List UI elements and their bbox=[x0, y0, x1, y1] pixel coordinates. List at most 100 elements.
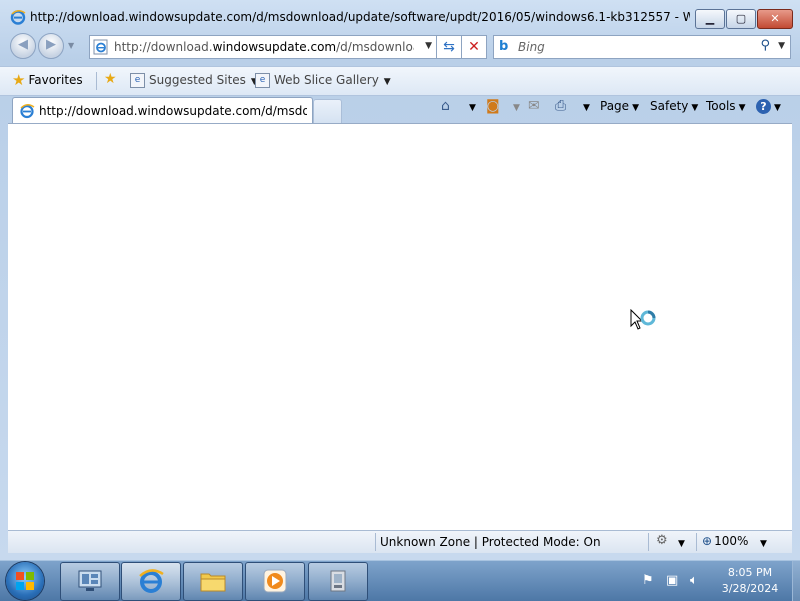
fav-item-label: Web Slice Gallery bbox=[274, 73, 379, 87]
installer-icon bbox=[330, 570, 346, 592]
home-icon[interactable]: ⌂ bbox=[441, 98, 450, 114]
address-url[interactable]: http://download.windowsupdate.com/d/msdo… bbox=[114, 40, 414, 54]
divider bbox=[96, 72, 97, 90]
maximize-button[interactable]: ▢ bbox=[726, 9, 756, 29]
fav-item-web-slice-gallery[interactable]: e Web Slice Gallery ▼ bbox=[255, 73, 391, 91]
window-title: http://download.windowsupdate.com/d/msdo… bbox=[30, 10, 690, 24]
clock-date: 3/28/2024 bbox=[721, 582, 779, 595]
media-player-icon bbox=[263, 569, 287, 593]
safety-menu[interactable]: Safety ▼ bbox=[650, 99, 698, 119]
search-options-dropdown-icon[interactable]: ▼ bbox=[778, 41, 785, 51]
address-bar[interactable]: http://download.windowsupdate.com/d/msdo… bbox=[89, 35, 437, 59]
print-icon[interactable]: ⎙ bbox=[555, 98, 566, 114]
taskbar-internet-explorer[interactable] bbox=[121, 562, 181, 601]
home-dropdown[interactable]: ▼ bbox=[466, 99, 476, 119]
show-desktop-button[interactable] bbox=[792, 561, 800, 601]
status-bar: Unknown Zone | Protected Mode: On ⚙ ▼ ⊕ 1… bbox=[8, 530, 792, 553]
tab-current[interactable]: http://download.windowsupdate.com/d/msdo… bbox=[12, 97, 313, 124]
chevron-down-icon: ▼ bbox=[691, 103, 699, 113]
taskbar-windows-explorer[interactable] bbox=[183, 562, 243, 601]
forward-arrow-icon: ▶ bbox=[46, 37, 56, 52]
fav-item-suggested-sites[interactable]: eSuggested Sites▼ bbox=[130, 73, 258, 91]
add-to-favorites-bar-icon[interactable]: ★ bbox=[104, 71, 117, 87]
bing-logo-icon: b bbox=[499, 39, 509, 54]
read-mail-icon[interactable]: ✉ bbox=[528, 98, 540, 114]
protected-mode-dropdown[interactable]: ▼ bbox=[678, 535, 685, 555]
chevron-down-icon: ▼ bbox=[583, 103, 590, 113]
ie-logo-icon bbox=[139, 569, 164, 593]
divider bbox=[696, 533, 697, 551]
maximize-icon: ▢ bbox=[735, 12, 747, 25]
start-button[interactable] bbox=[6, 562, 44, 600]
server-manager-icon bbox=[78, 570, 102, 591]
help-menu[interactable]: ? ▼ bbox=[756, 99, 781, 119]
network-icon[interactable]: ▣ bbox=[666, 573, 678, 588]
fav-item-label: Suggested Sites bbox=[149, 73, 246, 87]
protected-mode-icon[interactable]: ⚙ bbox=[656, 533, 668, 548]
feeds-dropdown[interactable]: ▼ bbox=[510, 99, 520, 119]
minimize-icon: ▁ bbox=[705, 12, 715, 25]
url-suffix: /d/msdownload/u bbox=[336, 40, 414, 54]
chevron-down-icon: ▼ bbox=[469, 103, 476, 113]
favorites-bar: ★Favorites ★ eSuggested Sites▼ eWeb Slic… bbox=[0, 66, 800, 96]
url-prefix: http://download. bbox=[114, 40, 213, 54]
chevron-down-icon: ▼ bbox=[760, 539, 767, 549]
chevron-down-icon: ▼ bbox=[513, 103, 520, 113]
tab-label: http://download.windowsupdate.com/d/msdo… bbox=[39, 104, 307, 118]
security-zone-status[interactable]: Unknown Zone | Protected Mode: On bbox=[380, 535, 601, 549]
refresh-icon: ⇆ bbox=[443, 39, 455, 55]
title-bar[interactable]: http://download.windowsupdate.com/d/msdo… bbox=[0, 0, 800, 34]
zoom-level[interactable]: ⊕ 100% bbox=[702, 534, 748, 548]
new-tab-button[interactable] bbox=[313, 99, 342, 123]
help-icon: ? bbox=[756, 99, 771, 114]
zoom-dropdown[interactable]: ▼ bbox=[760, 535, 767, 555]
close-button[interactable]: ✕ bbox=[757, 9, 793, 29]
chevron-down-icon: ▼ bbox=[632, 103, 639, 113]
search-icon[interactable]: ⚲ bbox=[760, 38, 770, 53]
close-icon: ✕ bbox=[770, 12, 780, 25]
page-icon: e bbox=[130, 73, 145, 88]
tools-menu-label: Tools bbox=[706, 99, 736, 113]
divider bbox=[375, 533, 376, 551]
page-menu[interactable]: Page ▼ bbox=[600, 99, 639, 119]
favorites-button[interactable]: ★ Favorites bbox=[12, 71, 83, 91]
back-button[interactable]: ◀ bbox=[10, 33, 36, 59]
url-domain: windowsupdate.com bbox=[212, 40, 337, 54]
page-content[interactable] bbox=[8, 123, 792, 530]
busy-cursor-icon bbox=[630, 309, 656, 330]
address-dropdown-icon[interactable]: ▼ bbox=[425, 41, 432, 51]
minimize-button[interactable]: ▁ bbox=[695, 9, 725, 29]
refresh-button[interactable]: ⇆ bbox=[436, 35, 462, 59]
taskbar-server-manager[interactable] bbox=[60, 562, 120, 601]
volume-muted-icon[interactable]: 🔈︎ bbox=[690, 573, 698, 588]
print-dropdown[interactable]: ▼ bbox=[580, 99, 590, 119]
recent-pages-dropdown[interactable]: ▼ bbox=[68, 41, 74, 50]
back-arrow-icon: ◀ bbox=[18, 37, 28, 52]
page-icon: e bbox=[255, 73, 270, 88]
search-box[interactable]: b Bing ⚲ ▼ bbox=[493, 35, 791, 59]
chevron-down-icon: ▼ bbox=[738, 103, 746, 113]
stop-button[interactable]: ✕ bbox=[461, 35, 487, 59]
navigation-bar: ◀ ▶ ▼ http://download.windowsupdate.com/… bbox=[0, 32, 800, 62]
clock-time: 8:05 PM bbox=[727, 566, 773, 579]
taskbar-media-player[interactable] bbox=[245, 562, 305, 601]
taskbar-installer[interactable] bbox=[308, 562, 368, 601]
favorites-label: Favorites bbox=[28, 73, 83, 87]
stop-icon: ✕ bbox=[468, 39, 480, 55]
taskbar: ⚑ ▣ 🔈︎ 8:05 PM 3/28/2024 bbox=[0, 560, 800, 601]
favorites-star-icon: ★ bbox=[12, 71, 26, 89]
tools-menu[interactable]: Tools ▼ bbox=[706, 99, 745, 119]
feeds-icon[interactable]: ◙ bbox=[486, 98, 500, 114]
safety-menu-label: Safety bbox=[650, 99, 689, 113]
ie-page-icon bbox=[93, 39, 108, 55]
forward-button[interactable]: ▶ bbox=[38, 33, 64, 59]
page-menu-label: Page bbox=[600, 99, 630, 113]
tab-bar: http://download.windowsupdate.com/d/msdo… bbox=[0, 95, 800, 124]
chevron-down-icon: ▼ bbox=[678, 539, 685, 549]
windows-logo-icon bbox=[16, 572, 34, 590]
clock[interactable]: 8:05 PM 3/28/2024 bbox=[712, 565, 788, 597]
divider bbox=[648, 533, 649, 551]
zoom-value: 100% bbox=[714, 534, 749, 548]
chevron-down-icon: ▼ bbox=[774, 103, 781, 113]
action-center-flag-icon[interactable]: ⚑ bbox=[642, 573, 654, 588]
